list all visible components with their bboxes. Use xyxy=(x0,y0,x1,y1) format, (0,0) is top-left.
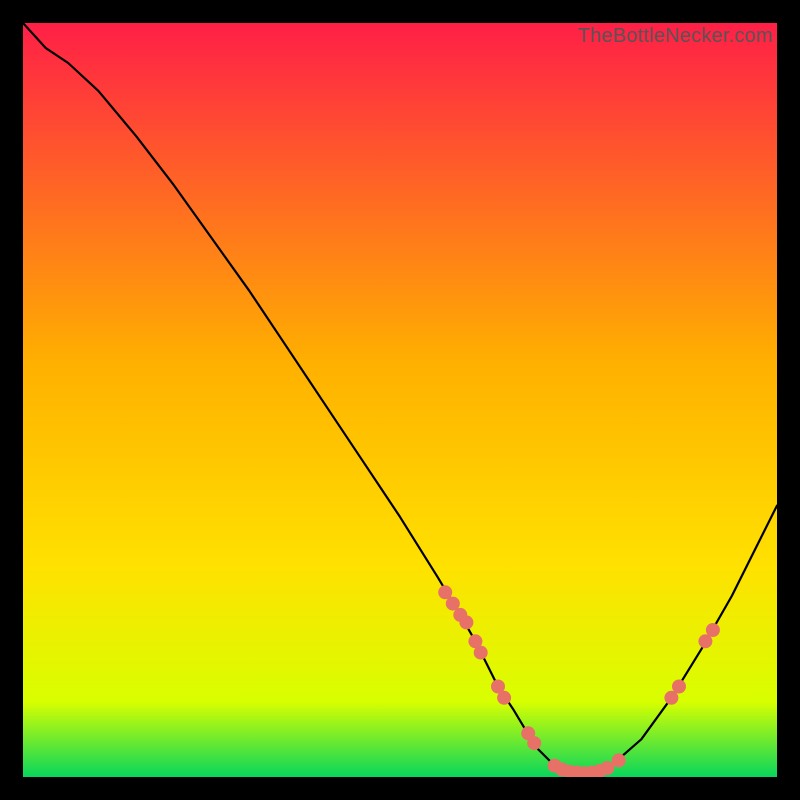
data-marker xyxy=(474,646,488,660)
attribution-label: TheBottleNecker.com xyxy=(578,25,773,48)
data-marker xyxy=(672,680,686,694)
data-marker xyxy=(706,623,720,637)
data-marker xyxy=(527,736,541,750)
chart-frame: TheBottleNecker.com xyxy=(23,23,777,777)
data-marker xyxy=(497,691,511,705)
data-marker xyxy=(459,615,473,629)
bottleneck-chart xyxy=(23,23,777,777)
data-marker xyxy=(612,753,626,767)
